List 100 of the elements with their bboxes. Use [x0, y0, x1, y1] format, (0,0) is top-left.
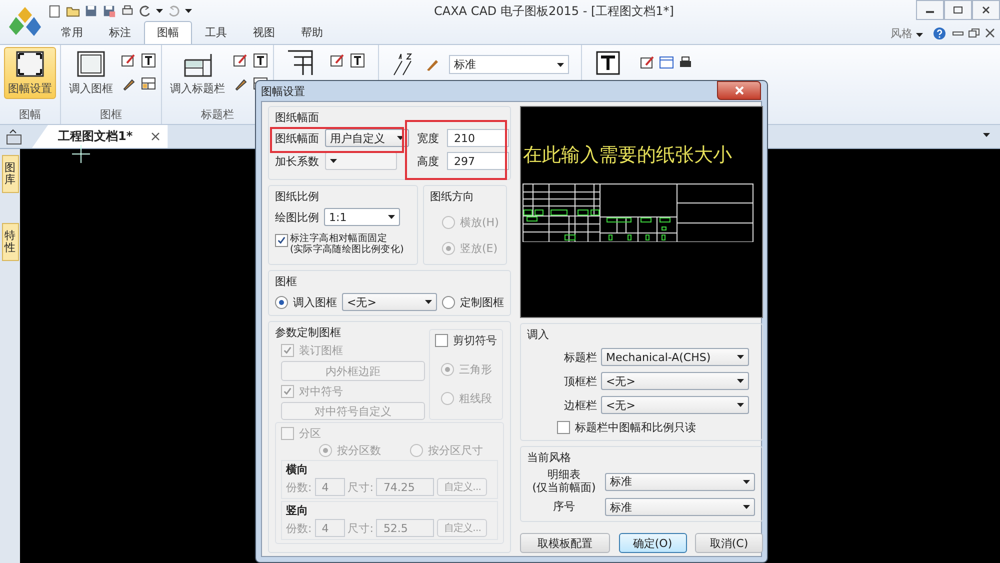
frame-icon — [76, 50, 106, 78]
save-icon[interactable] — [84, 4, 98, 18]
radio-button[interactable] — [275, 296, 288, 308]
checkbox[interactable] — [557, 421, 570, 434]
caret-icon — [156, 9, 163, 13]
checkbox-label: 标题栏中图幅和比例只读 — [575, 420, 696, 435]
section-title: 竖向 — [286, 503, 309, 518]
style-dropdown[interactable]: 标准 — [449, 55, 569, 74]
style-menu[interactable]: 风格 — [890, 26, 923, 40]
dropdown[interactable]: <无> — [601, 396, 749, 414]
field-label: 份数: — [286, 480, 312, 494]
undo-icon[interactable] — [138, 4, 152, 18]
checkbox-label: 对中符号 — [299, 384, 343, 399]
side-panel-tab[interactable]: 特性 — [2, 223, 18, 262]
edit-icon[interactable] — [640, 55, 655, 70]
crosshair-cursor-icon — [72, 145, 90, 163]
caret-icon — [185, 9, 192, 13]
radio-label: 按分区尺寸 — [428, 443, 483, 458]
paper-size-dropdown[interactable]: 用户自定义 — [325, 129, 409, 147]
caret-icon — [557, 62, 564, 66]
caret-icon — [983, 133, 990, 137]
window-icon[interactable] — [659, 55, 674, 70]
field-label: 边框栏 — [563, 398, 597, 412]
close-icon[interactable] — [984, 28, 996, 38]
close-button[interactable] — [717, 80, 761, 100]
field-label: 加长系数 — [275, 154, 320, 168]
edit-frame-icon[interactable] — [121, 53, 136, 68]
field-label: 图纸幅面 — [275, 130, 320, 146]
radio-label: 按分区数 — [337, 443, 381, 458]
width-field[interactable]: 210 — [447, 129, 509, 147]
minimize-button[interactable] — [916, 0, 944, 20]
maximize-button[interactable] — [944, 0, 972, 20]
radio-label: 调入图框 — [293, 294, 337, 310]
group-title: 当前风格 — [527, 450, 572, 465]
scale-dropdown[interactable]: 1:1 — [324, 208, 400, 226]
ribbon-tab[interactable]: 视图 — [240, 21, 288, 44]
ribbon-button[interactable]: 调入标题栏 — [166, 47, 229, 99]
close-button[interactable] — [972, 0, 1000, 20]
document-tab[interactable]: 工程图文档1* — [32, 125, 168, 148]
field-label: 宽度 — [417, 130, 440, 146]
edit-frame-icon[interactable] — [233, 53, 248, 68]
radio-button[interactable] — [442, 296, 455, 308]
height-field[interactable]: 297 — [447, 152, 509, 170]
dialog-button[interactable]: 取消(C) — [695, 533, 763, 554]
caret-icon — [737, 379, 744, 383]
annotation-note: 在此输入需要的纸张大小 — [523, 143, 732, 168]
checkbox[interactable] — [275, 234, 288, 247]
help-icon[interactable] — [933, 26, 946, 40]
side-panel-tab[interactable]: 图库 — [2, 155, 18, 194]
radio-label: 横放(H) — [460, 215, 499, 230]
text-icon[interactable] — [253, 53, 268, 68]
caret-icon — [397, 136, 404, 140]
ribbon-tab[interactable]: 帮助 — [288, 21, 336, 44]
caret-icon — [737, 355, 744, 359]
close-icon — [734, 86, 744, 94]
group-title: 调入 — [527, 327, 550, 342]
maximize-icon — [953, 6, 963, 14]
dropdown[interactable]: <无> — [601, 372, 749, 390]
ribbon-tab[interactable]: 图幅 — [144, 21, 192, 44]
radio-label: 粗线段 — [459, 391, 492, 406]
caret-icon — [330, 159, 337, 163]
field-label: 序号 — [552, 500, 576, 514]
group-title: 参数定制图框 — [275, 325, 342, 340]
dropdown[interactable]: 标准 — [605, 498, 755, 516]
text-icon[interactable] — [141, 53, 156, 68]
frame-dropdown[interactable]: <无> — [342, 293, 437, 311]
text-icon[interactable] — [350, 53, 365, 68]
close-icon[interactable] — [150, 132, 160, 141]
panel-toggle-icon[interactable] — [6, 129, 22, 145]
section-title: 横向 — [286, 462, 309, 477]
group-title: 图纸幅面 — [275, 110, 320, 125]
frame-corners-icon — [15, 50, 45, 78]
edit-table-icon[interactable] — [330, 53, 345, 68]
printer-icon[interactable] — [678, 55, 693, 70]
radio-label: 定制图框 — [460, 294, 504, 310]
ribbon-tab[interactable]: 标注 — [96, 21, 144, 44]
group-title: 图纸比例 — [275, 189, 320, 204]
dropdown[interactable]: 标准 — [605, 472, 755, 491]
caret-icon — [916, 32, 923, 36]
ribbon-button[interactable]: 图幅设置 — [4, 47, 56, 99]
field-label: 明细表 (仅当前幅面) — [531, 469, 597, 494]
radio-label: 三角形 — [459, 362, 492, 377]
dialog-button[interactable]: 确定(O) — [618, 533, 686, 554]
save-as-icon[interactable] — [102, 4, 116, 18]
field-label: 尺寸: — [348, 520, 374, 536]
dialog-button[interactable]: 取模板配置 — [520, 533, 610, 554]
caret-icon — [743, 480, 750, 484]
table-icon[interactable] — [141, 76, 156, 91]
ribbon-tab[interactable]: 工具 — [192, 21, 240, 44]
ribbon-tab[interactable]: 常用 — [48, 21, 96, 44]
ribbon-group-label: 标题栏 — [200, 107, 235, 123]
text-icon[interactable] — [596, 51, 620, 75]
checkbox-label: 分区 — [299, 426, 321, 441]
dropdown[interactable]: Mechanical-A(CHS) — [601, 348, 749, 366]
new-file-icon[interactable] — [48, 4, 62, 18]
field-label: 份数: — [286, 520, 312, 536]
restore-icon[interactable] — [968, 28, 980, 38]
group-title: 图纸方向 — [430, 189, 475, 204]
field-label: 高度 — [417, 154, 440, 168]
ribbon-button[interactable]: 调入图框 — [65, 47, 117, 99]
